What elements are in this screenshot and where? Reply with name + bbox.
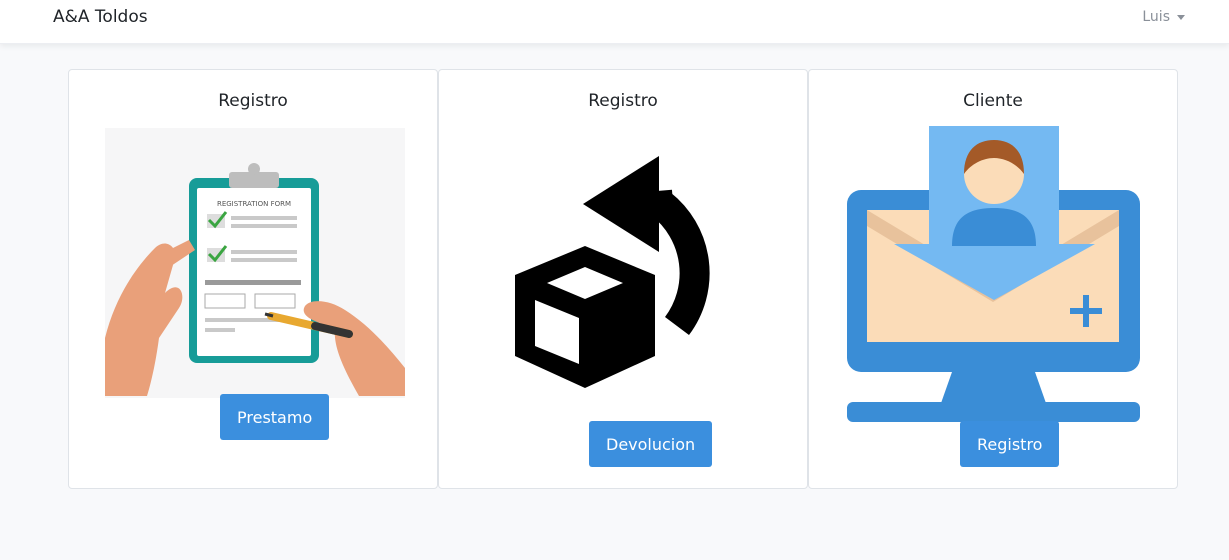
card-title: Registro xyxy=(218,91,288,111)
devolucion-button[interactable]: Devolucion xyxy=(589,421,713,467)
caret-down-icon xyxy=(1177,15,1185,20)
registro-cliente-button[interactable]: Registro xyxy=(960,421,1060,467)
form-header-text: REGISTRATION FORM xyxy=(217,200,291,208)
box-return-icon xyxy=(515,156,710,388)
card-cliente: Cliente Registro xyxy=(808,69,1178,489)
card-grid: Registro REGISTRATION FORM Prestamo Regi… xyxy=(68,69,1178,489)
card-title: Cliente xyxy=(963,91,1023,111)
monitor-user-icon xyxy=(847,126,1140,422)
card-title: Registro xyxy=(588,91,658,111)
navbar: A&A Toldos Luis xyxy=(0,0,1229,44)
user-menu-dropdown[interactable]: Luis xyxy=(1142,9,1185,25)
clipboard-form-icon: REGISTRATION FORM xyxy=(105,128,405,398)
brand-link[interactable]: A&A Toldos xyxy=(53,7,148,27)
card-prestamo: Registro REGISTRATION FORM Prestamo xyxy=(68,69,438,489)
user-name: Luis xyxy=(1142,9,1170,25)
card-devolucion: Registro Devolucion xyxy=(438,69,808,489)
prestamo-button[interactable]: Prestamo xyxy=(220,394,330,440)
